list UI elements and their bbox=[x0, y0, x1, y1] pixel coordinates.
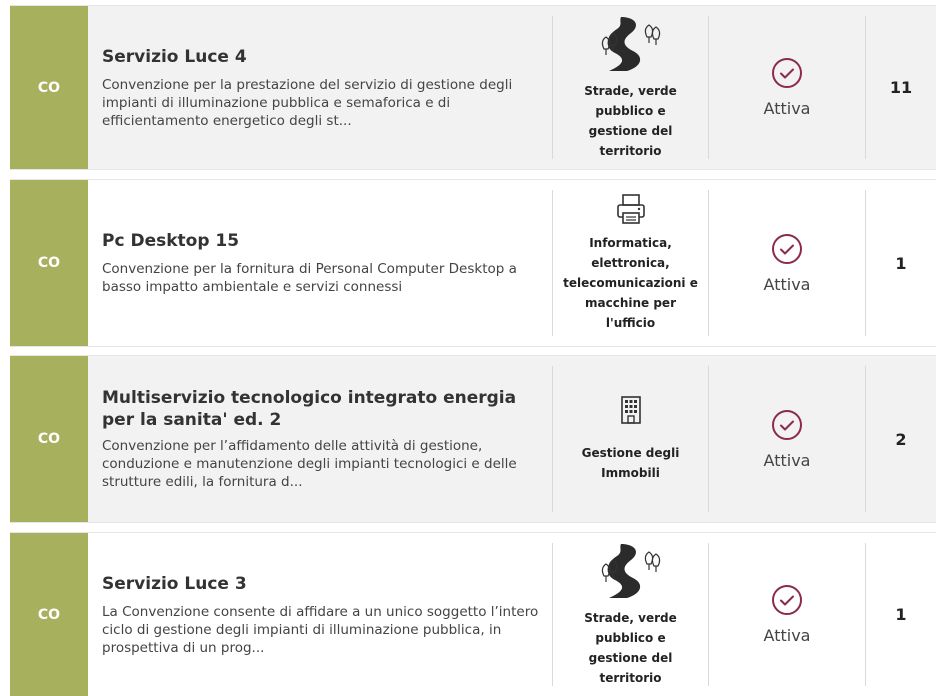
road-trees-icon bbox=[601, 542, 661, 604]
item-status: Attiva bbox=[709, 180, 865, 346]
printer-icon bbox=[616, 193, 646, 229]
item-category: Strade, verde pubblico e gestione del te… bbox=[553, 533, 708, 696]
convention-list: CO Servizio Luce 4 Convenzione per la pr… bbox=[0, 0, 936, 696]
item-description: La Convenzione consente di affidare a un… bbox=[102, 603, 539, 656]
status-label: Attiva bbox=[763, 99, 811, 118]
item-count: 2 bbox=[895, 429, 907, 449]
item-category: Informatica, elettronica, telecomunicazi… bbox=[553, 180, 708, 346]
type-badge: CO bbox=[10, 356, 88, 522]
status-label: Attiva bbox=[763, 450, 811, 470]
item-status: Attiva bbox=[709, 533, 865, 696]
category-label: Informatica, elettronica, telecomunicazi… bbox=[563, 236, 698, 330]
status-label: Attiva bbox=[763, 626, 811, 645]
building-icon bbox=[620, 395, 642, 429]
item-count: 11 bbox=[889, 78, 913, 97]
item-category: Gestione degli Immobili bbox=[553, 356, 708, 522]
list-item[interactable]: CO Multiservizio tecnologico integrato e… bbox=[10, 355, 936, 523]
item-count: 1 bbox=[895, 605, 907, 624]
item-main: Multiservizio tecnologico integrato ener… bbox=[88, 356, 552, 522]
check-circle-icon bbox=[771, 584, 803, 620]
item-title[interactable]: Servizio Luce 3 bbox=[102, 573, 552, 595]
item-main: Servizio Luce 3 La Convenzione consente … bbox=[88, 533, 552, 696]
status-label: Attiva bbox=[763, 274, 811, 294]
list-item[interactable]: CO Pc Desktop 15 Convenzione per la forn… bbox=[10, 179, 936, 347]
item-main: Servizio Luce 4 Convenzione per la prest… bbox=[88, 6, 552, 169]
category-label: Strade, verde pubblico e gestione del te… bbox=[584, 83, 677, 158]
item-description: Convenzione per l’affidamento delle atti… bbox=[102, 438, 517, 490]
item-description: Convenzione per la fornitura di Personal… bbox=[102, 261, 517, 295]
item-count: 1 bbox=[895, 253, 907, 273]
check-circle-icon bbox=[771, 409, 803, 445]
category-label: Strade, verde pubblico e gestione del te… bbox=[584, 610, 677, 685]
item-title[interactable]: Servizio Luce 4 bbox=[102, 46, 552, 68]
type-badge: CO bbox=[10, 6, 88, 169]
check-circle-icon bbox=[771, 57, 803, 93]
road-trees-icon bbox=[601, 15, 661, 77]
category-label: Gestione degli Immobili bbox=[581, 446, 680, 480]
check-circle-icon bbox=[771, 233, 803, 269]
list-item[interactable]: CO Servizio Luce 4 Convenzione per la pr… bbox=[10, 5, 936, 170]
item-title[interactable]: Pc Desktop 15 bbox=[102, 230, 552, 252]
item-status: Attiva bbox=[709, 356, 865, 522]
type-badge: CO bbox=[10, 180, 88, 346]
item-main: Pc Desktop 15 Convenzione per la fornitu… bbox=[88, 180, 552, 346]
type-badge: CO bbox=[10, 533, 88, 696]
item-description: Convenzione per la prestazione del servi… bbox=[102, 76, 513, 129]
item-title[interactable]: Multiservizio tecnologico integrato ener… bbox=[102, 387, 552, 431]
item-category: Strade, verde pubblico e gestione del te… bbox=[553, 6, 708, 169]
list-item[interactable]: CO Servizio Luce 3 La Convenzione consen… bbox=[10, 532, 936, 696]
item-status: Attiva bbox=[709, 6, 865, 169]
